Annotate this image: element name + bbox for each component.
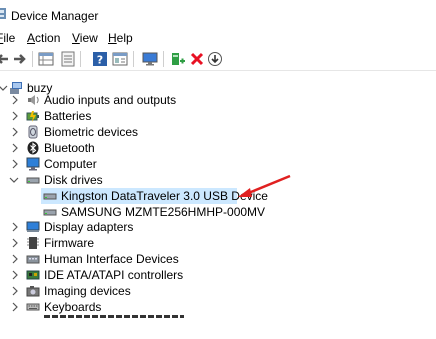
menu-help-rest: elp bbox=[116, 31, 133, 45]
category-display-adapters[interactable]: Display adapters bbox=[0, 219, 300, 235]
category-label: Biometric devices bbox=[44, 125, 139, 139]
device-manager-app-icon bbox=[0, 8, 7, 20]
chevron-right-icon[interactable] bbox=[10, 235, 20, 251]
bluetooth-icon bbox=[26, 141, 40, 155]
category-human-interface-devices[interactable]: Human Interface Devices bbox=[0, 251, 300, 267]
menu-bar bbox=[0, 28, 436, 48]
uninstall-x-icon[interactable] bbox=[189, 51, 205, 67]
category-label: Audio inputs and outputs bbox=[44, 93, 177, 107]
category-keyboards[interactable]: Keyboards bbox=[0, 299, 300, 315]
category-label: Human Interface Devices bbox=[44, 252, 179, 266]
menu-help[interactable]: Help bbox=[108, 31, 133, 45]
disk-drive-icon bbox=[43, 205, 57, 219]
category-label: Bluetooth bbox=[44, 141, 95, 155]
category-label: Imaging devices bbox=[44, 284, 131, 298]
category-audio-inputs-outputs[interactable]: Audio inputs and outputs bbox=[0, 92, 300, 108]
window-title: Device Manager bbox=[11, 9, 99, 23]
category-label: Disk drives bbox=[44, 173, 103, 187]
svg-text:?: ? bbox=[97, 54, 103, 67]
chevron-right-icon[interactable] bbox=[10, 283, 20, 299]
battery-icon bbox=[26, 109, 40, 123]
title-bar: Device Manager bbox=[0, 0, 436, 28]
chevron-right-icon[interactable] bbox=[10, 219, 20, 235]
menu-action-rest: ction bbox=[35, 31, 61, 45]
update-driver-icon[interactable] bbox=[170, 51, 186, 67]
category-imaging-devices[interactable]: Imaging devices bbox=[0, 283, 300, 299]
cut-off-label bbox=[44, 315, 184, 318]
category-bluetooth[interactable]: Bluetooth bbox=[0, 140, 300, 156]
chevron-right-icon[interactable] bbox=[10, 251, 20, 267]
menu-view-accel: V bbox=[72, 31, 80, 45]
menu-file-rest: ile bbox=[3, 31, 16, 45]
menu-view[interactable]: View bbox=[72, 31, 98, 45]
category-biometric-devices[interactable]: Biometric devices bbox=[0, 124, 300, 140]
help-icon[interactable]: ? bbox=[92, 51, 108, 67]
disk-drive-icon bbox=[43, 189, 57, 203]
show-hidden-icon[interactable] bbox=[60, 51, 76, 67]
back-arrow-icon[interactable] bbox=[0, 51, 10, 67]
chevron-down-icon[interactable] bbox=[9, 172, 19, 188]
firmware-icon bbox=[26, 236, 40, 250]
category-label: Display adapters bbox=[44, 220, 134, 234]
camera-icon bbox=[26, 284, 40, 298]
download-icon[interactable] bbox=[207, 51, 223, 67]
biometric-icon bbox=[26, 125, 40, 139]
forward-arrow-icon[interactable] bbox=[12, 51, 28, 67]
category-batteries[interactable]: Batteries bbox=[0, 108, 300, 124]
chevron-right-icon[interactable] bbox=[10, 299, 20, 315]
computer-icon bbox=[26, 157, 40, 171]
toolbar-separator bbox=[163, 51, 164, 67]
chevron-right-icon[interactable] bbox=[10, 124, 20, 140]
hid-icon bbox=[26, 252, 40, 266]
ide-controller-icon bbox=[26, 268, 40, 282]
category-computer[interactable]: Computer bbox=[0, 156, 300, 172]
device-tree: buzy Audio inputs and outputs Batteries … bbox=[0, 72, 436, 339]
device-kingston-datatraveler[interactable]: Kingston DataTraveler 3.0 USB Device bbox=[41, 188, 268, 204]
menu-action-accel: A bbox=[27, 31, 36, 45]
chevron-right-icon[interactable] bbox=[10, 140, 20, 156]
menu-view-rest: iew bbox=[79, 31, 98, 45]
disk-drive-icon bbox=[26, 173, 40, 187]
category-ide-ata-atapi[interactable]: IDE ATA/ATAPI controllers bbox=[0, 267, 300, 283]
display-adapter-icon bbox=[26, 220, 40, 234]
chevron-right-icon[interactable] bbox=[10, 156, 20, 172]
keyboard-icon bbox=[26, 300, 40, 314]
partially-visible-row bbox=[0, 315, 436, 319]
toolbar-separator bbox=[32, 51, 33, 67]
category-label: Keyboards bbox=[44, 300, 102, 314]
category-firmware[interactable]: Firmware bbox=[0, 235, 300, 251]
speaker-icon bbox=[26, 93, 40, 107]
toolbar-separator bbox=[133, 51, 134, 67]
chevron-right-icon[interactable] bbox=[10, 92, 20, 108]
category-label: IDE ATA/ATAPI controllers bbox=[44, 268, 184, 282]
menu-action[interactable]: Action bbox=[27, 31, 60, 45]
monitor-scan-icon[interactable] bbox=[142, 51, 158, 67]
annotation-arrow-icon bbox=[236, 174, 292, 203]
category-label: Firmware bbox=[44, 236, 94, 250]
device-label: SAMSUNG MZMTE256HMHP-000MV bbox=[61, 205, 266, 219]
toolbar-separator bbox=[80, 51, 81, 67]
category-label: Computer bbox=[44, 157, 97, 171]
properties-list-icon[interactable] bbox=[112, 51, 128, 67]
menu-file[interactable]: File bbox=[0, 31, 15, 45]
properties-grid-icon[interactable] bbox=[38, 51, 54, 67]
chevron-right-icon[interactable] bbox=[10, 267, 20, 283]
chevron-right-icon[interactable] bbox=[10, 108, 20, 124]
menu-help-accel: H bbox=[108, 31, 117, 45]
category-label: Batteries bbox=[44, 109, 92, 123]
device-samsung-ssd[interactable]: SAMSUNG MZMTE256HMHP-000MV bbox=[41, 204, 265, 220]
